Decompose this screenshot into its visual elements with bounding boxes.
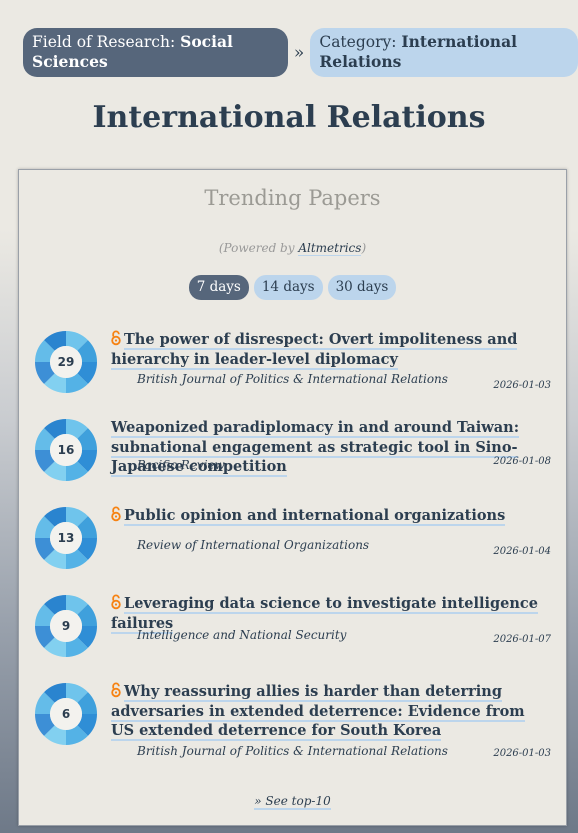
breadcrumb-separator: »	[293, 42, 305, 63]
altmetric-score: 9	[61, 619, 71, 633]
powered-suffix: )	[361, 241, 367, 255]
altmetric-donut-icon[interactable]: 29	[34, 330, 98, 394]
altmetric-score: 6	[61, 707, 71, 721]
paper-title: Why reassuring allies is harder than det…	[111, 683, 525, 741]
paper-journal: Intelligence and National Security	[137, 628, 347, 642]
time-range-tabs: 7 days 14 days 30 days	[19, 275, 566, 300]
paper-date: 2026-01-04	[493, 546, 551, 557]
see-top-10-link[interactable]: » See top-10	[254, 794, 331, 810]
altmetric-donut-icon[interactable]: 9	[34, 594, 98, 658]
altmetric-score: 29	[57, 355, 75, 369]
tab-7-days[interactable]: 7 days	[188, 275, 249, 300]
paper-title-link[interactable]: Why reassuring allies is harder than det…	[111, 682, 551, 741]
altmetric-score: 13	[57, 531, 75, 545]
open-access-lock-icon	[111, 506, 124, 524]
paper-date: 2026-01-03	[493, 748, 551, 759]
page-title: International Relations	[92, 100, 486, 135]
tab-14-days[interactable]: 14 days	[253, 275, 323, 300]
open-access-lock-icon	[111, 594, 124, 612]
paper-date: 2026-01-03	[493, 380, 551, 391]
tab-30-days[interactable]: 30 days	[327, 275, 397, 300]
paper-date: 2026-01-08	[493, 456, 551, 467]
powered-prefix: (Powered by	[218, 241, 299, 255]
paper-title-link[interactable]: The power of disrespect: Overt impoliten…	[111, 330, 551, 370]
altmetric-score: 16	[57, 443, 75, 457]
paper-journal: British Journal of Politics & Internatio…	[137, 744, 448, 758]
paper-journal: Review of International Organizations	[137, 538, 370, 552]
see-top-10: » See top-10	[19, 794, 566, 810]
breadcrumb-field-prefix: Field of Research:	[32, 33, 181, 51]
paper-title: The power of disrespect: Overt impoliten…	[111, 331, 518, 370]
paper-title-link[interactable]: Public opinion and international organiz…	[111, 506, 551, 526]
altmetrics-link[interactable]: Altmetrics	[298, 241, 362, 256]
paper-journal: British Journal of Politics & Internatio…	[137, 372, 448, 386]
altmetric-donut-icon[interactable]: 6	[34, 682, 98, 746]
breadcrumb-category-link[interactable]: Category: International Relations	[310, 28, 578, 77]
trending-papers-card: Trending Papers (Powered by Altmetrics) …	[18, 169, 567, 826]
open-access-lock-icon	[111, 682, 124, 700]
breadcrumb-field-link[interactable]: Field of Research: Social Sciences	[23, 28, 288, 77]
paper-title: Public opinion and international organiz…	[124, 507, 506, 526]
card-title: Trending Papers	[204, 186, 381, 210]
paper-journal: Pacific Review	[137, 458, 225, 472]
altmetric-donut-icon[interactable]: 13	[34, 506, 98, 570]
breadcrumb-category-prefix: Category:	[319, 33, 402, 51]
paper-date: 2026-01-07	[493, 634, 551, 645]
powered-by: (Powered by Altmetrics)	[19, 241, 566, 256]
breadcrumb: Field of Research: Social Sciences » Cat…	[23, 28, 578, 77]
altmetric-donut-icon[interactable]: 16	[34, 418, 98, 482]
open-access-lock-icon	[111, 330, 124, 348]
